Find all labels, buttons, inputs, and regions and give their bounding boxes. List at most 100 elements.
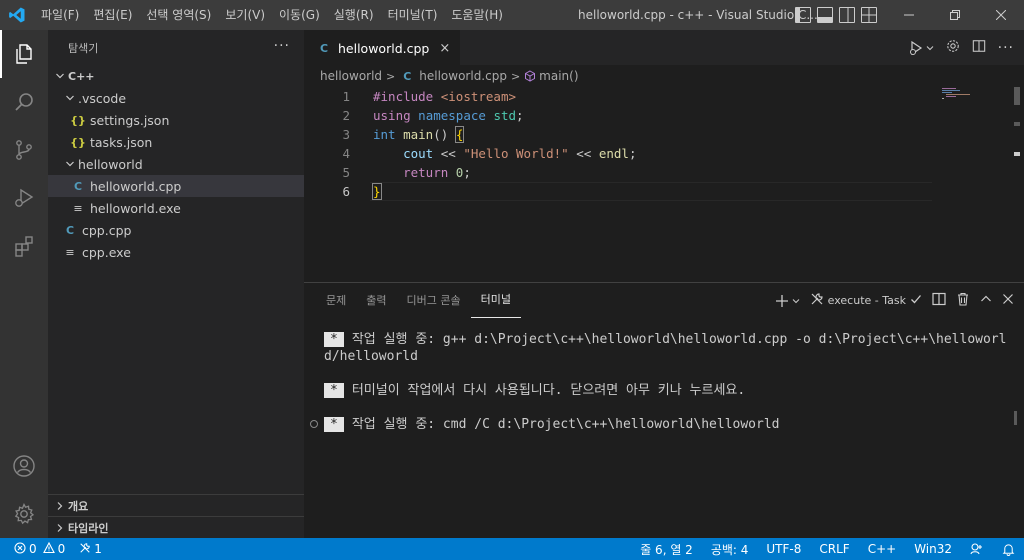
task-count: 1 [94,542,102,556]
split-editor-icon[interactable] [972,39,986,56]
explorer-sidebar: 탐색기 ··· C++ .vscode {} settings.json {} … [48,30,304,538]
line-content: #include <iostream> [373,89,517,104]
menu-edit[interactable]: 편집(E) [86,0,139,30]
account-icon[interactable] [0,442,48,490]
code-editor[interactable]: 1 #include <iostream> 2 using namespace … [304,87,934,201]
indentation[interactable]: 공백: 4 [702,541,758,558]
run-file-icon[interactable] [908,40,934,56]
terminal-badge: * [324,383,344,398]
notifications-bell-icon[interactable] [993,543,1024,556]
toggle-panel-icon[interactable] [817,7,833,23]
terminal-line: * 작업 실행 중: cmd /C d:\Project\c++\hellowor… [310,416,1014,433]
menu-run[interactable]: 실행(R) [327,0,381,30]
command-decoration-icon[interactable] [310,420,318,428]
cpp-file-icon: C [403,69,412,83]
search-icon[interactable] [0,78,48,126]
tab-debug-console[interactable]: 디버그 콘솔 [397,283,471,318]
menu-go[interactable]: 이동(G) [272,0,327,30]
file-tree: C++ .vscode {} settings.json {} tasks.js… [48,65,304,263]
end-of-line[interactable]: CRLF [810,542,858,556]
tree-file-helloworld-cpp[interactable]: C helloworld.cpp [48,175,304,197]
section-label: 개요 [68,499,89,513]
exe-file-icon: ≡ [65,245,75,259]
trash-icon[interactable] [956,292,970,309]
terminal-scrollbar[interactable] [1014,411,1017,425]
menu-terminal[interactable]: 터미널(T) [381,0,445,30]
minimize-icon[interactable] [886,0,932,30]
tab-helloworld-cpp[interactable]: C helloworld.cpp × [304,30,461,65]
encoding[interactable]: UTF-8 [757,542,810,556]
tree-file-settings-json[interactable]: {} settings.json [48,109,304,131]
maximize-panel-icon[interactable] [980,293,992,308]
chevron-down-icon [62,159,78,169]
problems-status[interactable]: 0 0 [14,541,65,557]
tree-folder-helloworld[interactable]: helloworld [48,153,304,175]
menu-file[interactable]: 파일(F) [34,0,86,30]
terminal-task-selector[interactable]: execute - Task [810,292,922,309]
tab-problems[interactable]: 문제 [316,283,356,318]
breadcrumb-symbol[interactable]: main() [539,69,578,83]
tree-file-cpp-cpp[interactable]: C cpp.cpp [48,219,304,241]
tree-folder-vscode[interactable]: .vscode [48,87,304,109]
tree-file-helloworld-exe[interactable]: ≡ helloworld.exe [48,197,304,219]
manage-gear-icon[interactable] [0,490,48,538]
platform-config[interactable]: Win32 [905,542,961,556]
editor-tabs: C helloworld.cpp × ··· [304,30,1024,65]
more-actions-icon[interactable]: ··· [274,38,290,54]
check-icon [910,293,922,308]
terminal-text: 작업 실행 중: g++ d:\Project\c++\helloworld\h… [324,332,1007,364]
feedback-icon[interactable] [961,542,993,556]
exe-file-icon: ≡ [73,201,83,215]
tree-root-folder[interactable]: C++ [48,65,304,87]
toggle-sidebar-icon[interactable] [795,7,811,23]
close-panel-icon[interactable] [1002,293,1014,308]
tree-label: tasks.json [90,134,153,150]
menu-selection[interactable]: 선택 영역(S) [139,0,218,30]
close-window-icon[interactable] [978,0,1024,30]
language-mode[interactable]: C++ [859,542,906,556]
menu-help[interactable]: 도움말(H) [444,0,510,30]
tree-label: settings.json [90,112,170,128]
breadcrumb-folder[interactable]: helloworld [320,69,382,83]
breadcrumb-file[interactable]: helloworld.cpp [419,69,507,83]
menu-bar: 파일(F) 편집(E) 선택 영역(S) 보기(V) 이동(G) 실행(R) 터… [34,0,510,30]
window-title: helloworld.cpp - c++ - Visual Studio C..… [578,8,818,22]
terminal-line: * 작업 실행 중: g++ d:\Project\c++\helloworld\… [324,331,1014,365]
outline-section[interactable]: 개요 [48,494,304,516]
json-file-icon: {} [70,113,86,127]
extensions-icon[interactable] [0,222,48,270]
tools-icon [810,292,824,309]
tree-file-tasks-json[interactable]: {} tasks.json [48,131,304,153]
chevron-right-icon: > [510,69,521,83]
toggle-secondary-sidebar-icon[interactable] [839,7,855,23]
editor-area: C helloworld.cpp × ··· helloworld > C he… [304,30,1024,282]
tree-file-cpp-exe[interactable]: ≡ cpp.exe [48,241,304,263]
run-debug-icon[interactable] [0,174,48,222]
source-control-icon[interactable] [0,126,48,174]
task-label: execute - Task [827,294,906,307]
tasks-status[interactable]: 1 [79,542,102,557]
section-label: 타임라인 [68,521,109,535]
menu-view[interactable]: 보기(V) [218,0,272,30]
minimap[interactable] [940,87,1010,107]
close-tab-icon[interactable]: × [439,41,450,56]
customize-layout-icon[interactable] [861,7,877,23]
window-controls [886,0,1024,30]
cursor-position[interactable]: 줄 6, 열 2 [631,541,702,558]
editor-scrollbar[interactable] [1012,87,1024,282]
terminal-text: 작업 실행 중: cmd /C d:\Project\c++\helloworl… [351,417,780,432]
settings-gear-icon[interactable] [946,39,960,56]
timeline-section[interactable]: 타임라인 [48,516,304,538]
tab-label: helloworld.cpp [338,40,430,56]
explorer-icon[interactable] [0,30,48,78]
split-terminal-icon[interactable] [932,292,946,309]
tab-terminal[interactable]: 터미널 [470,283,521,318]
chevron-down-icon [62,93,78,103]
more-actions-icon[interactable]: ··· [998,40,1014,56]
new-terminal-icon[interactable] [775,294,800,308]
tab-output[interactable]: 출력 [356,283,396,318]
terminal-output[interactable]: * 작업 실행 중: g++ d:\Project\c++\helloworld\… [310,331,1014,450]
line-content: int main() { [373,126,465,143]
tools-icon [79,542,91,557]
restore-icon[interactable] [932,0,978,30]
